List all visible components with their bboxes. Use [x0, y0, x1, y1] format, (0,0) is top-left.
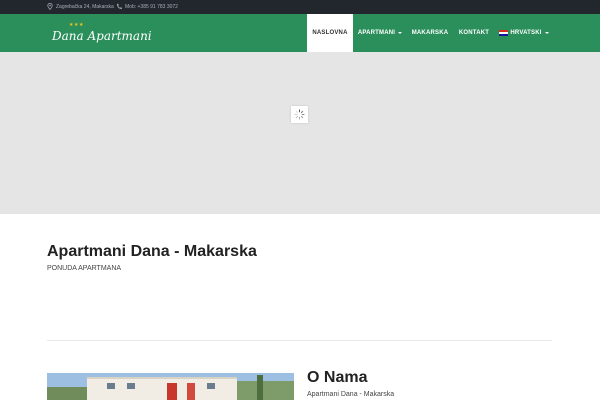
site-logo[interactable]: ★★★ Dana Apartmani — [52, 22, 152, 47]
nav-label: KONTAKT — [458, 30, 490, 36]
apartment-building-image — [47, 373, 294, 400]
page-subtitle: PONUDA APARTMANA — [47, 265, 122, 272]
address-text: Zagrebačka 24, Makarska — [56, 3, 114, 10]
apartment-photo[interactable] — [47, 373, 294, 400]
phone-info[interactable]: Mob: +385 91 783 3072 — [116, 3, 178, 10]
nav-label: MAKARSKA — [411, 30, 449, 36]
nav-item-makarska[interactable]: MAKARSKA — [407, 14, 453, 52]
page-title: Apartmani Dana - Makarska — [47, 243, 257, 260]
about-subtitle: Apartmani Dana - Makarska — [307, 391, 395, 398]
croatia-flag-icon — [499, 30, 509, 36]
phone-icon — [117, 3, 122, 9]
main-navbar: ★★★ Dana Apartmani NASLOVNA APARTMANI MA… — [0, 14, 600, 52]
section-divider — [47, 340, 552, 341]
hero-slider — [0, 52, 600, 214]
nav-label: HRVATSKI — [510, 30, 542, 36]
loading-spinner — [291, 106, 308, 123]
nav-item-naslovna[interactable]: NASLOVNA — [307, 14, 353, 52]
about-title: O Nama — [307, 369, 368, 386]
chevron-down-icon — [398, 32, 403, 34]
map-pin-icon — [47, 3, 53, 10]
nav-item-apartmani[interactable]: APARTMANI — [353, 14, 407, 52]
nav-label: NASLOVNA — [312, 30, 348, 36]
logo-text: Dana Apartmani — [52, 29, 152, 43]
address-info: Zagrebačka 24, Makarska — [47, 3, 114, 10]
spinner-icon — [294, 109, 305, 120]
nav-item-language[interactable]: HRVATSKI — [495, 14, 553, 52]
nav-label: APARTMANI — [357, 30, 396, 36]
top-info-bar: Zagrebačka 24, Makarska Mob: +385 91 783… — [0, 0, 600, 14]
logo-stars: ★★★ — [69, 22, 84, 28]
nav-item-kontakt[interactable]: KONTAKT — [453, 14, 495, 52]
phone-text[interactable]: Mob: +385 91 783 3072 — [125, 4, 178, 10]
chevron-down-icon — [544, 32, 549, 34]
